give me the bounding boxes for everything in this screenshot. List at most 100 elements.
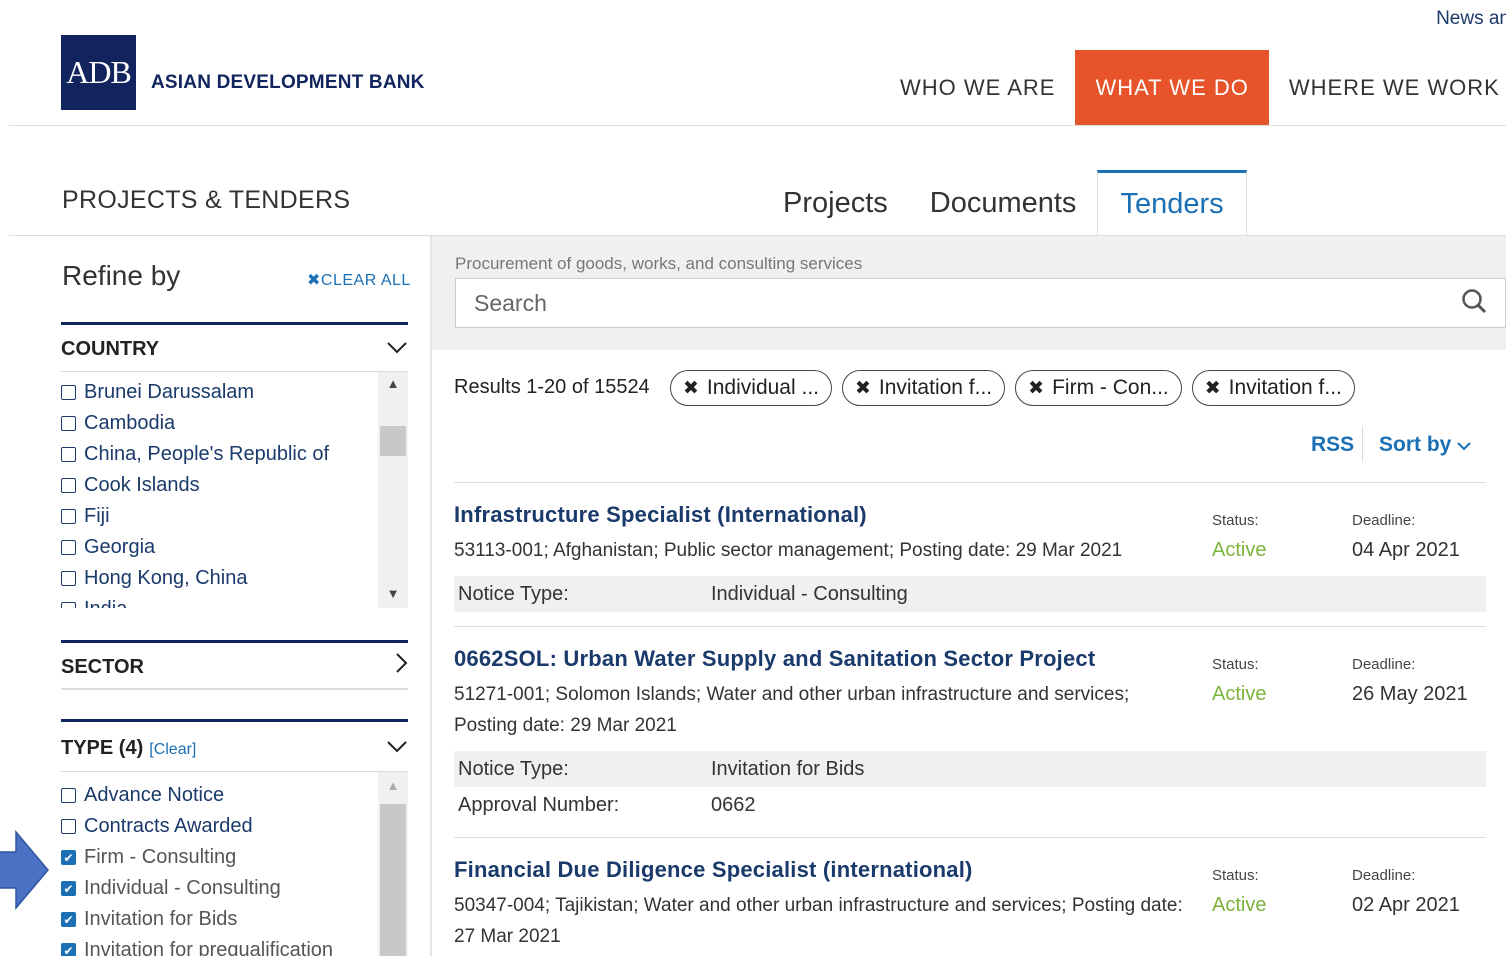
chevron-down-icon: [1457, 433, 1471, 456]
type-facet-label: TYPE (4): [61, 737, 144, 759]
filter-chip[interactable]: ✖ Invitation f...: [1191, 370, 1355, 406]
tab-documents[interactable]: Documents: [909, 170, 1098, 236]
type-option[interactable]: Advance Notice: [61, 780, 408, 811]
status-badge: Active: [1212, 683, 1267, 705]
active-filter-chips: ✖ Individual ... ✖ Invitation f... ✖ Firm -…: [670, 370, 1365, 406]
country-option[interactable]: Cambodia: [61, 408, 408, 439]
search-input[interactable]: [474, 289, 1374, 317]
checked-checkbox[interactable]: ✔: [61, 943, 76, 956]
header-divider: [9, 125, 1506, 126]
checkbox[interactable]: [61, 385, 76, 400]
country-option[interactable]: Hong Kong, China: [61, 563, 408, 594]
checkbox[interactable]: [61, 447, 76, 462]
news-link[interactable]: News an: [1436, 8, 1506, 30]
checkbox[interactable]: [61, 478, 76, 493]
rss-link[interactable]: RSS: [1311, 433, 1354, 457]
country-option[interactable]: India: [61, 594, 408, 608]
scroll-up-icon[interactable]: ▲: [378, 778, 408, 793]
sector-facet-header[interactable]: SECTOR: [61, 640, 408, 688]
filter-chip[interactable]: ✖ Individual ...: [670, 370, 832, 406]
sector-facet-label: SECTOR: [61, 656, 144, 678]
type-facet-title: TYPE (4) [Clear]: [61, 737, 196, 760]
country-option-label: Georgia: [84, 536, 156, 558]
type-option[interactable]: ✔ Individual - Consulting: [61, 873, 408, 904]
country-option[interactable]: Brunei Darussalam: [61, 377, 408, 408]
result-details: Notice Type: Individual - Consulting: [454, 576, 1486, 612]
filter-chip[interactable]: ✖ Invitation f...: [842, 370, 1006, 406]
country-option-label: Brunei Darussalam: [84, 381, 255, 403]
nav-where-we-work[interactable]: WHERE WE WORK: [1269, 50, 1506, 126]
top-navigation: WHO WE ARE WHAT WE DO WHERE WE WORK: [880, 50, 1506, 126]
search-icon[interactable]: [1461, 288, 1487, 319]
checked-checkbox[interactable]: ✔: [61, 850, 76, 865]
result-item: 0662SOL: Urban Water Supply and Sanitati…: [454, 646, 1486, 826]
scroll-up-icon[interactable]: ▲: [378, 376, 408, 391]
country-option[interactable]: China, People's Republic of: [61, 439, 408, 470]
deadline-value: 04 Apr 2021: [1352, 539, 1460, 561]
filter-chip-label: Invitation f...: [878, 376, 993, 399]
remove-icon[interactable]: ✖: [1028, 377, 1044, 400]
nav-what-we-do[interactable]: WHAT WE DO: [1075, 50, 1269, 126]
remove-icon[interactable]: ✖: [683, 377, 699, 400]
scrollbar-thumb[interactable]: [380, 804, 406, 956]
logo-mark: ADB: [66, 54, 132, 90]
result-meta: 51271-001; Solomon Islands; Water and ot…: [454, 684, 1130, 736]
adb-logo[interactable]: ADB: [61, 35, 136, 110]
checkbox[interactable]: [61, 416, 76, 431]
tab-projects[interactable]: Projects: [762, 170, 909, 236]
pointer-arrow-icon: [0, 830, 49, 910]
checkbox[interactable]: [61, 540, 76, 555]
remove-icon[interactable]: ✖: [855, 377, 871, 400]
result-title-link[interactable]: Financial Due Diligence Specialist (inte…: [454, 857, 1486, 883]
result-title-link[interactable]: Infrastructure Specialist (International…: [454, 502, 1486, 528]
status-badge: Active: [1212, 539, 1267, 561]
country-option[interactable]: Cook Islands: [61, 470, 408, 501]
search-caption: Procurement of goods, works, and consult…: [455, 254, 863, 273]
type-option[interactable]: Contracts Awarded: [61, 811, 408, 842]
type-scrollbar[interactable]: ▲: [378, 772, 408, 956]
country-facet-header[interactable]: COUNTRY: [61, 322, 408, 371]
checkbox[interactable]: [61, 819, 76, 834]
filter-chip[interactable]: ✖ Firm - Con...: [1015, 370, 1182, 406]
type-option-label: Advance Notice: [84, 784, 225, 806]
country-option-label: Hong Kong, China: [84, 567, 248, 589]
notice-type-label: Notice Type:: [458, 757, 569, 780]
type-clear-link[interactable]: [Clear]: [149, 741, 196, 758]
type-option[interactable]: ✔ Firm - Consulting: [61, 842, 408, 873]
country-option[interactable]: Georgia: [61, 532, 408, 563]
checkbox[interactable]: [61, 788, 76, 803]
filter-chip-label: Invitation f...: [1228, 376, 1342, 399]
results-divider: [454, 482, 1486, 483]
result-item: Infrastructure Specialist (International…: [454, 502, 1486, 612]
section-tabs: Projects Documents Tenders: [762, 170, 1247, 236]
type-option[interactable]: ✔ Invitation for prequalification: [61, 935, 408, 956]
checkbox[interactable]: [61, 571, 76, 586]
type-list: Advance Notice Contracts Awarded ✔ Firm - C…: [61, 771, 408, 956]
rss-sort-divider: [1362, 426, 1363, 462]
scrollbar-thumb[interactable]: [380, 426, 406, 456]
type-option-label: Contracts Awarded: [84, 815, 253, 837]
result-title-link[interactable]: 0662SOL: Urban Water Supply and Sanitati…: [454, 646, 1486, 672]
clear-all-label: CLEAR ALL: [320, 272, 411, 289]
type-option-label: Invitation for prequalification: [84, 939, 334, 956]
scroll-down-icon[interactable]: ▼: [378, 586, 408, 601]
remove-icon[interactable]: ✖: [1205, 377, 1221, 400]
country-option[interactable]: Fiji: [61, 501, 408, 532]
filter-chip-label: Individual ...: [706, 376, 819, 399]
checkbox[interactable]: [61, 509, 76, 524]
sort-by-label: Sort by: [1379, 433, 1452, 456]
country-facet-label: COUNTRY: [61, 337, 160, 360]
type-facet-header[interactable]: TYPE (4) [Clear]: [61, 719, 408, 771]
sort-by-dropdown[interactable]: Sort by: [1379, 433, 1471, 457]
nav-who-we-are[interactable]: WHO WE ARE: [880, 50, 1075, 126]
checked-checkbox[interactable]: ✔: [61, 912, 76, 927]
result-details: Notice Type: Invitation for Bids Approval…: [454, 751, 1486, 823]
clear-all-button[interactable]: ✖CLEAR ALL: [307, 270, 411, 290]
checkbox[interactable]: [61, 602, 76, 608]
deadline-value: 26 May 2021: [1352, 683, 1468, 705]
tab-tenders[interactable]: Tenders: [1097, 170, 1247, 236]
country-scrollbar[interactable]: ▲ ▼: [378, 372, 408, 608]
checked-checkbox[interactable]: ✔: [61, 881, 76, 896]
logo-text[interactable]: ASIAN DEVELOPMENT BANK: [151, 72, 425, 94]
type-option[interactable]: ✔ Invitation for Bids: [61, 904, 408, 935]
